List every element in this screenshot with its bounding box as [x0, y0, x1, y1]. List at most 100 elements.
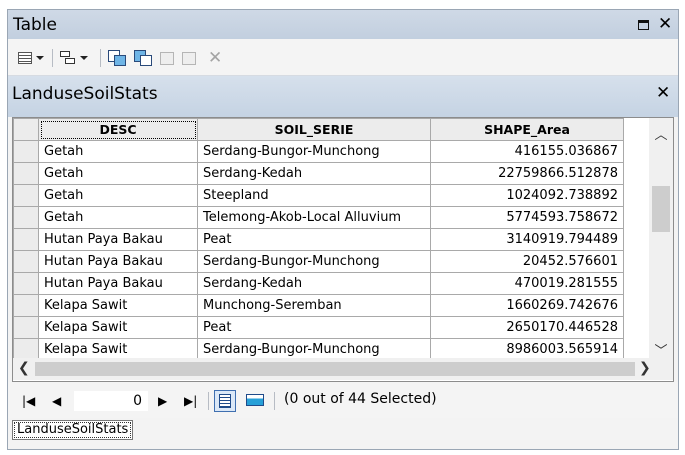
row-selector[interactable] [13, 272, 39, 295]
last-record-icon[interactable]: ▶| [184, 394, 197, 408]
cell-soil-serie[interactable]: Serdang-Kedah [197, 272, 431, 295]
column-header-shape-area[interactable]: SHAPE_Area [430, 118, 624, 141]
cell-desc[interactable]: Getah [38, 162, 198, 185]
cell-desc[interactable]: Hutan Paya Bakau [38, 250, 198, 273]
show-all-records-button[interactable] [214, 390, 236, 412]
cell-desc[interactable]: Getah [38, 206, 198, 229]
cell-desc[interactable]: Kelapa Sawit [38, 316, 198, 339]
table-row[interactable]: Kelapa Sawit Peat 2650170.446528 [13, 316, 624, 339]
attribute-table[interactable]: DESC SOIL_SERIE SHAPE_Area Getah Serdang-… [12, 117, 674, 382]
cell-soil-serie[interactable]: Serdang-Bungor-Munchong [197, 250, 431, 273]
toolbar-separator [100, 49, 101, 67]
cell-shape-area[interactable]: 470019.281555 [430, 272, 624, 295]
show-all-records-icon [219, 394, 231, 408]
clear-selection-icon [160, 51, 174, 65]
close-icon[interactable]: ✕ [658, 14, 672, 34]
bottom-tab-landuse-soil-stats[interactable]: LanduseSoilStats [12, 420, 134, 440]
attribute-grid: DESC SOIL_SERIE SHAPE_Area Getah Serdang-… [13, 118, 624, 361]
cell-shape-area[interactable]: 20452.576601 [430, 250, 624, 273]
scroll-left-icon[interactable]: ❮ [18, 360, 30, 376]
row-selector[interactable] [13, 294, 39, 317]
table-row[interactable]: Hutan Paya Bakau Peat 3140919.794489 [13, 228, 624, 251]
row-selector[interactable] [13, 206, 39, 229]
table-options-icon [18, 52, 32, 64]
table-toolbar: ✕ [8, 39, 678, 76]
table-row[interactable]: Hutan Paya Bakau Serdang-Bungor-Munchong 2… [13, 250, 624, 273]
cell-desc[interactable]: Hutan Paya Bakau [38, 228, 198, 251]
cell-shape-area[interactable]: 3140919.794489 [430, 228, 624, 251]
table-tab-title: LanduseSoilStats [12, 84, 158, 104]
first-record-icon[interactable]: |◀ [22, 394, 35, 408]
show-selected-records-icon[interactable] [246, 394, 264, 406]
vertical-scroll-thumb[interactable] [652, 186, 670, 232]
cell-soil-serie[interactable]: Telemong-Akob-Local Alluvium [197, 206, 431, 229]
scroll-right-icon[interactable]: ❯ [639, 360, 651, 376]
toolbar-separator [52, 49, 53, 67]
cell-shape-area[interactable]: 1660269.742676 [430, 294, 624, 317]
row-selector[interactable] [13, 316, 39, 339]
chevron-down-icon [80, 56, 88, 60]
select-by-attributes-button[interactable] [108, 49, 126, 67]
table-row[interactable]: Getah Serdang-Kedah 22759866.512878 [13, 162, 624, 185]
column-header-row: DESC SOIL_SERIE SHAPE_Area [13, 118, 624, 141]
nav-separator [274, 392, 275, 410]
row-selector[interactable] [13, 162, 39, 185]
nav-separator [208, 392, 209, 410]
horizontal-scroll-thumb[interactable] [35, 362, 635, 376]
table-options-button[interactable] [18, 49, 44, 67]
selection-count: (0 out of 44 Selected) [284, 391, 437, 407]
row-selector-header[interactable] [13, 118, 39, 141]
row-selector[interactable] [13, 184, 39, 207]
cell-desc[interactable]: Getah [38, 140, 198, 163]
column-header-desc[interactable]: DESC [38, 118, 198, 141]
cell-desc[interactable]: Hutan Paya Bakau [38, 272, 198, 295]
related-tables-icon [60, 51, 76, 65]
restore-icon[interactable] [638, 20, 649, 30]
vertical-scrollbar[interactable]: ︿ ﹀ [649, 118, 673, 359]
table-row[interactable]: Getah Serdang-Bungor-Munchong 416155.03686… [13, 140, 624, 163]
switch-selection-button[interactable] [134, 49, 152, 67]
zoom-to-selected-icon [182, 51, 196, 65]
row-selector[interactable] [13, 250, 39, 273]
cell-shape-area[interactable]: 5774593.758672 [430, 206, 624, 229]
clear-selection-button[interactable] [160, 49, 174, 67]
scroll-down-icon[interactable]: ﹀ [649, 340, 673, 359]
next-record-icon[interactable]: ▶ [158, 394, 167, 408]
row-selector[interactable] [13, 140, 39, 163]
cell-shape-area[interactable]: 2650170.446528 [430, 316, 624, 339]
table-row[interactable]: Hutan Paya Bakau Serdang-Kedah 470019.2815… [13, 272, 624, 295]
cell-shape-area[interactable]: 22759866.512878 [430, 162, 624, 185]
select-by-attributes-icon [108, 50, 126, 66]
cell-shape-area[interactable]: 1024092.738892 [430, 184, 624, 207]
current-record-field[interactable]: 0 [74, 391, 148, 411]
table-row[interactable]: Getah Steepland 1024092.738892 [13, 184, 624, 207]
switch-selection-icon [134, 50, 152, 66]
window-title-bar[interactable]: Table ✕ [8, 10, 678, 39]
cell-soil-serie[interactable]: Serdang-Kedah [197, 162, 431, 185]
close-icon[interactable]: ✕ [656, 83, 670, 103]
horizontal-scrollbar[interactable]: ❮ ❯ [13, 358, 673, 380]
delete-icon: ✕ [208, 48, 223, 68]
cell-soil-serie[interactable]: Peat [197, 228, 431, 251]
chevron-down-icon [36, 56, 44, 60]
cell-desc[interactable]: Kelapa Sawit [38, 294, 198, 317]
table-row[interactable]: Kelapa Sawit Munchong-Seremban 1660269.742… [13, 294, 624, 317]
column-header-soil-serie[interactable]: SOIL_SERIE [197, 118, 431, 141]
scroll-up-icon[interactable]: ︿ [649, 124, 673, 143]
delete-selected-button[interactable]: ✕ [208, 49, 222, 67]
cell-soil-serie[interactable]: Munchong-Seremban [197, 294, 431, 317]
related-tables-button[interactable] [60, 49, 88, 67]
record-navigation-bar: |◀ ◀ 0 ▶ ▶| (0 out of 44 Selected) [8, 382, 678, 418]
cell-soil-serie[interactable]: Steepland [197, 184, 431, 207]
table-row[interactable]: Getah Telemong-Akob-Local Alluvium 5774593… [13, 206, 624, 229]
zoom-to-selected-button[interactable] [182, 49, 196, 67]
cell-soil-serie[interactable]: Peat [197, 316, 431, 339]
window-title: Table [13, 15, 57, 35]
table-tab-header: LanduseSoilStats ✕ [8, 76, 678, 117]
row-selector[interactable] [13, 228, 39, 251]
cell-soil-serie[interactable]: Serdang-Bungor-Munchong [197, 140, 431, 163]
table-window: Table ✕ ✕ LanduseSoilStats ✕ DESC SOIL_S… [7, 9, 679, 450]
cell-desc[interactable]: Getah [38, 184, 198, 207]
previous-record-icon[interactable]: ◀ [52, 394, 61, 408]
cell-shape-area[interactable]: 416155.036867 [430, 140, 624, 163]
